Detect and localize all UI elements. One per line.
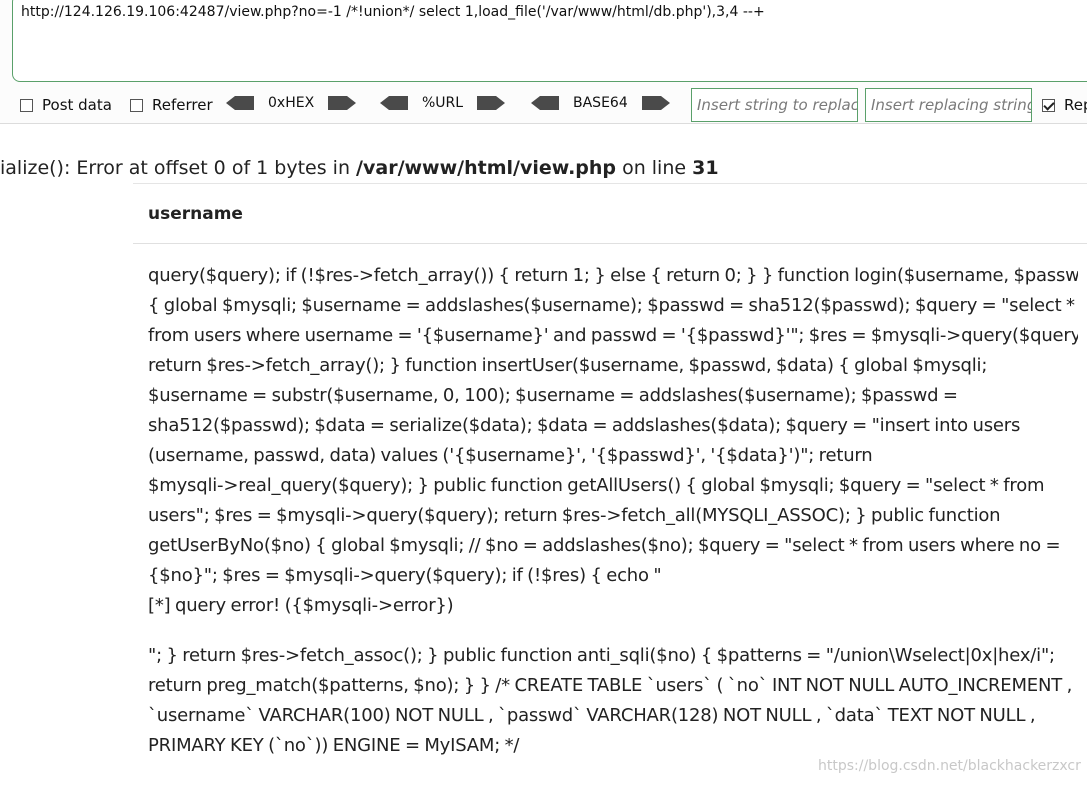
error-line: 31 — [692, 157, 719, 179]
hackbar-panel: http://124.126.19.106:42487/view.php?no=… — [0, 0, 1087, 124]
source-line: from users where username = '{$username}… — [148, 325, 1078, 346]
hackbar-toolbar: Post data Referrer 0xHEX %URL BASE64 Ins… — [0, 88, 1087, 122]
referrer-toggle[interactable]: Referrer — [130, 96, 213, 114]
source-line: query($query); if (!$res->fetch_array())… — [148, 265, 1078, 286]
error-file: /var/www/html/view.php — [356, 157, 617, 179]
base64-label: BASE64 — [573, 95, 628, 111]
insert-replacing-input[interactable]: Insert replacing string — [865, 88, 1032, 122]
hex-decode-arrow-icon[interactable] — [226, 95, 254, 111]
insert-string-input[interactable]: Insert string to replace — [691, 88, 858, 122]
source-line: return $res->fetch_array(); } function i… — [148, 355, 988, 376]
referrer-label: Referrer — [152, 96, 213, 114]
replace-all-checkbox[interactable] — [1042, 98, 1055, 112]
source-line: {$no}"; $res = $mysqli->query($query); i… — [148, 565, 662, 586]
source-line: return preg_match($patterns, $no); } } /… — [148, 675, 1073, 696]
base64-encode-arrow-icon[interactable] — [641, 95, 670, 111]
table-header-username: username — [148, 204, 243, 224]
watermark-text: https://blog.csdn.net/blackhackerzxcr — [818, 758, 1081, 774]
url-encode-arrow-icon[interactable] — [477, 95, 506, 111]
error-mid: on line — [616, 157, 693, 179]
source-line: { global $mysqli; $username = addslashes… — [148, 295, 1075, 316]
url-label: %URL — [422, 95, 464, 111]
url-encoder: %URL — [380, 95, 506, 111]
hex-encoder: 0xHEX — [226, 95, 357, 111]
source-line: users"; $res = $mysqli->query($query); r… — [148, 505, 1001, 526]
table-top-border — [133, 183, 1087, 184]
error-prefix: ialize(): Error at offset 0 of 1 bytes i… — [0, 157, 357, 179]
leaked-source-block-1: query($query); if (!$res->fetch_array())… — [148, 261, 1078, 621]
base64-encoder: BASE64 — [531, 95, 670, 111]
source-line: (username, passwd, data) values ('{$user… — [148, 445, 873, 466]
post-data-toggle[interactable]: Post data — [20, 96, 112, 114]
source-line: [*] query error! ({$mysqli->error}) — [148, 595, 454, 616]
base64-decode-arrow-icon[interactable] — [531, 95, 559, 111]
php-error-message: ialize(): Error at offset 0 of 1 bytes i… — [0, 157, 719, 179]
source-line: getUserByNo($no) { global $mysqli; // $n… — [148, 535, 1061, 556]
referrer-checkbox[interactable] — [130, 98, 143, 112]
url-decode-arrow-icon[interactable] — [380, 95, 408, 111]
replace-all-toggle[interactable]: Rep — [1042, 96, 1087, 114]
source-line: $mysqli->real_query($query); } public fu… — [148, 475, 1045, 496]
source-line: PRIMARY KEY (`no`)) ENGINE = MyISAM; */ — [148, 735, 520, 756]
table-header-divider — [133, 243, 1087, 244]
hex-label: 0xHEX — [268, 95, 315, 111]
replace-all-label: Rep — [1064, 96, 1087, 114]
source-line: "; } return $res->fetch_assoc(); } publi… — [148, 645, 1055, 666]
source-line: sha512($passwd); $data = serialize($data… — [148, 415, 1021, 436]
leaked-source-block-2: "; } return $res->fetch_assoc(); } publi… — [148, 641, 1078, 761]
post-data-checkbox[interactable] — [20, 98, 33, 112]
source-line: `username` VARCHAR(100) NOT NULL , `pass… — [148, 705, 1036, 726]
hex-encode-arrow-icon[interactable] — [328, 95, 357, 111]
post-data-label: Post data — [42, 96, 112, 114]
source-line: $username = substr($username, 0, 100); $… — [148, 385, 958, 406]
url-input[interactable]: http://124.126.19.106:42487/view.php?no=… — [12, 0, 1087, 82]
